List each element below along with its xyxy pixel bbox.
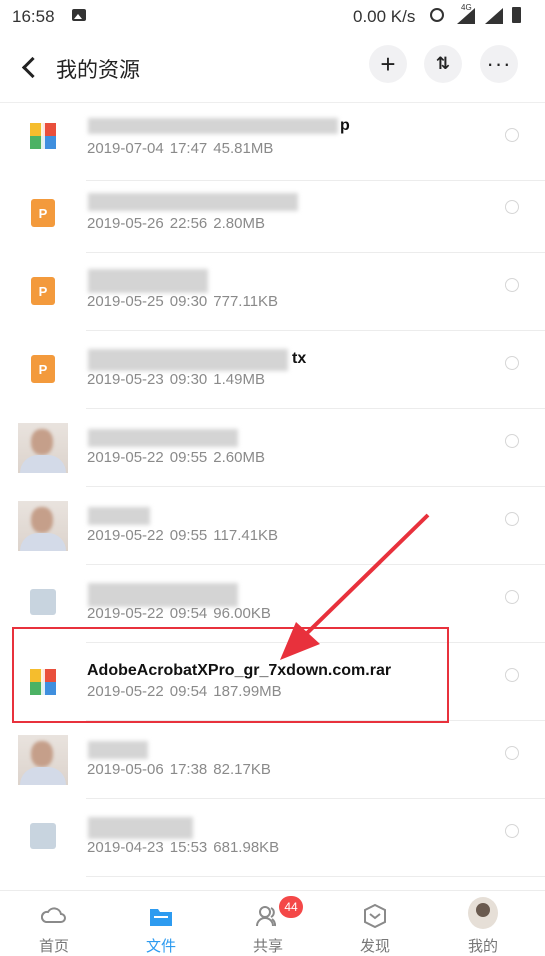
select-radio[interactable]	[505, 434, 519, 448]
image-file-icon	[30, 823, 56, 849]
share-people-icon	[256, 906, 277, 927]
signal-icon	[485, 8, 503, 24]
battery-icon	[512, 7, 521, 23]
photo-thumbnail-icon	[18, 501, 68, 551]
list-item[interactable]: 2019-04-23 15:53 681.98KB	[0, 799, 545, 877]
status-time: 16:58	[12, 7, 55, 26]
share-badge: 44	[279, 896, 303, 918]
tab-label: 首页	[38, 938, 69, 955]
tab-home[interactable]: 首页	[19, 891, 89, 956]
tab-files[interactable]: 文件	[126, 891, 196, 956]
file-meta: 2019-05-23 09:30 1.49MB	[87, 371, 265, 388]
blurred-filename	[88, 429, 238, 447]
file-name-fragment: p	[340, 117, 350, 134]
file-meta: 2019-05-22 09:55 2.60MB	[87, 449, 265, 466]
add-button[interactable]: +	[369, 45, 407, 83]
blurred-filename	[88, 193, 298, 211]
file-meta: 2019-04-23 15:53 681.98KB	[87, 839, 280, 856]
blurred-filename	[88, 507, 150, 525]
list-item[interactable]: p 2019-07-04 17:47 45.81MB	[0, 103, 545, 181]
app-header: 我的资源 + ⇅ ···	[0, 34, 545, 102]
blurred-filename	[88, 269, 208, 293]
highlight-box	[12, 627, 449, 723]
select-radio[interactable]	[505, 512, 519, 526]
sort-button[interactable]: ⇅	[424, 45, 462, 83]
file-name-fragment: tx	[292, 350, 307, 367]
blurred-filename	[88, 349, 288, 371]
file-meta: 2019-05-22 09:55 117.41KB	[87, 527, 279, 544]
list-item[interactable]: 2019-05-06 17:38 82.17KB	[0, 721, 545, 799]
tab-label: 文件	[145, 938, 176, 955]
list-item[interactable]: P tx 2019-05-23 09:30 1.49MB	[0, 331, 545, 409]
discover-box-icon	[364, 903, 386, 929]
list-item[interactable]: 2019-05-22 09:55 117.41KB	[0, 487, 545, 565]
file-meta: 2019-05-22 09:54 96.00KB	[87, 605, 271, 622]
blurred-filename	[88, 741, 148, 759]
photo-thumbnail-icon	[18, 423, 68, 473]
folder-icon	[150, 909, 172, 926]
select-radio[interactable]	[505, 200, 519, 214]
blurred-filename	[88, 118, 338, 134]
select-radio[interactable]	[505, 824, 519, 838]
file-meta: 2019-07-04 17:47 45.81MB	[87, 140, 274, 157]
avatar-icon[interactable]	[468, 897, 498, 929]
file-meta: 2019-05-26 22:56 2.80MB	[87, 215, 265, 232]
network-speed: 0.00 K/s	[353, 7, 416, 26]
ppt-file-icon: P	[31, 199, 55, 227]
bottom-tab-bar: 首页 文件 共享 发现 我的	[0, 890, 545, 956]
more-button[interactable]: ···	[480, 45, 518, 83]
select-radio[interactable]	[505, 278, 519, 292]
tab-label: 我的	[467, 938, 498, 955]
rar-archive-icon	[30, 123, 56, 149]
photo-thumbnail-icon	[18, 735, 68, 785]
file-meta: 2019-05-06 17:38 82.17KB	[87, 761, 271, 778]
blurred-filename	[88, 817, 193, 839]
tab-label: 共享	[252, 938, 283, 955]
alarm-icon	[430, 8, 444, 22]
list-item[interactable]: P 2019-05-26 22:56 2.80MB	[0, 175, 545, 253]
gallery-notification-icon	[72, 9, 86, 21]
home-cloud-icon	[41, 907, 66, 923]
tab-discover[interactable]: 发现	[340, 891, 410, 956]
list-item[interactable]: 2019-05-22 09:55 2.60MB	[0, 409, 545, 487]
blurred-filename	[88, 583, 238, 607]
ppt-file-icon: P	[31, 277, 55, 305]
list-item[interactable]: P 2019-05-25 09:30 777.11KB	[0, 253, 545, 331]
tab-label: 发现	[359, 938, 390, 955]
ppt-file-icon: P	[31, 355, 55, 383]
select-radio[interactable]	[505, 668, 519, 682]
file-meta: 2019-05-25 09:30 777.11KB	[87, 293, 279, 310]
select-radio[interactable]	[505, 356, 519, 370]
image-file-icon	[30, 589, 56, 615]
select-radio[interactable]	[505, 128, 519, 142]
signal-icon	[457, 8, 475, 24]
status-bar: 16:58 0.00 K/s 4G	[0, 0, 545, 34]
select-radio[interactable]	[505, 746, 519, 760]
select-radio[interactable]	[505, 590, 519, 604]
back-arrow-icon[interactable]	[18, 54, 44, 80]
page-title: 我的资源	[56, 59, 140, 82]
